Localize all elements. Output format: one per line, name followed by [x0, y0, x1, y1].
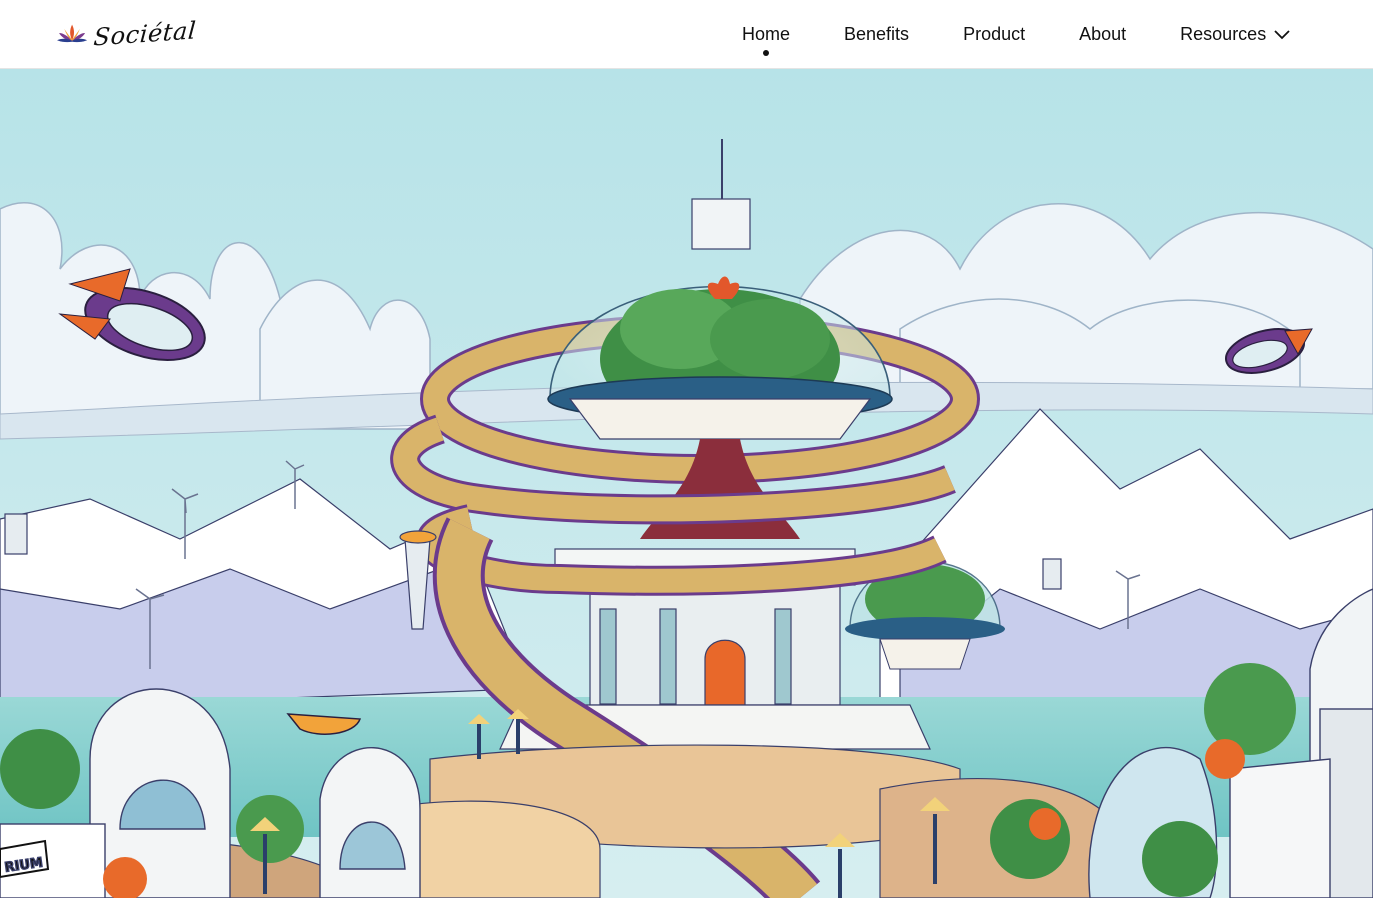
- nav-item-about[interactable]: About: [1079, 0, 1126, 69]
- nav-item-home-label: Home: [742, 24, 791, 44]
- nav-item-home[interactable]: Home: [742, 0, 790, 69]
- brand-logo[interactable]: Sociétal: [56, 10, 198, 58]
- nav-item-benefits[interactable]: Benefits: [844, 0, 909, 69]
- hero-illustration: RIUM: [0, 69, 1373, 898]
- nav-item-product[interactable]: Product: [963, 0, 1025, 69]
- nav-item-benefits-label: Benefits: [844, 24, 910, 44]
- nav-item-resources[interactable]: Resources: [1180, 0, 1290, 69]
- nav-item-resources-label: Resources: [1180, 24, 1267, 44]
- nav-item-product-label: Product: [963, 24, 1026, 44]
- active-indicator-dot: [763, 50, 769, 56]
- chevron-down-icon: [1274, 29, 1290, 39]
- brand-name: Sociétal: [92, 16, 198, 52]
- futuristic-city-illustration: RIUM: [0, 69, 1373, 898]
- navbar: Sociétal Home Benefits Product About Res…: [0, 0, 1373, 69]
- lotus-logo-icon: [57, 24, 88, 43]
- nav-item-about-label: About: [1079, 24, 1127, 44]
- main-navigation: Home Benefits Product About Resources: [742, 0, 1290, 69]
